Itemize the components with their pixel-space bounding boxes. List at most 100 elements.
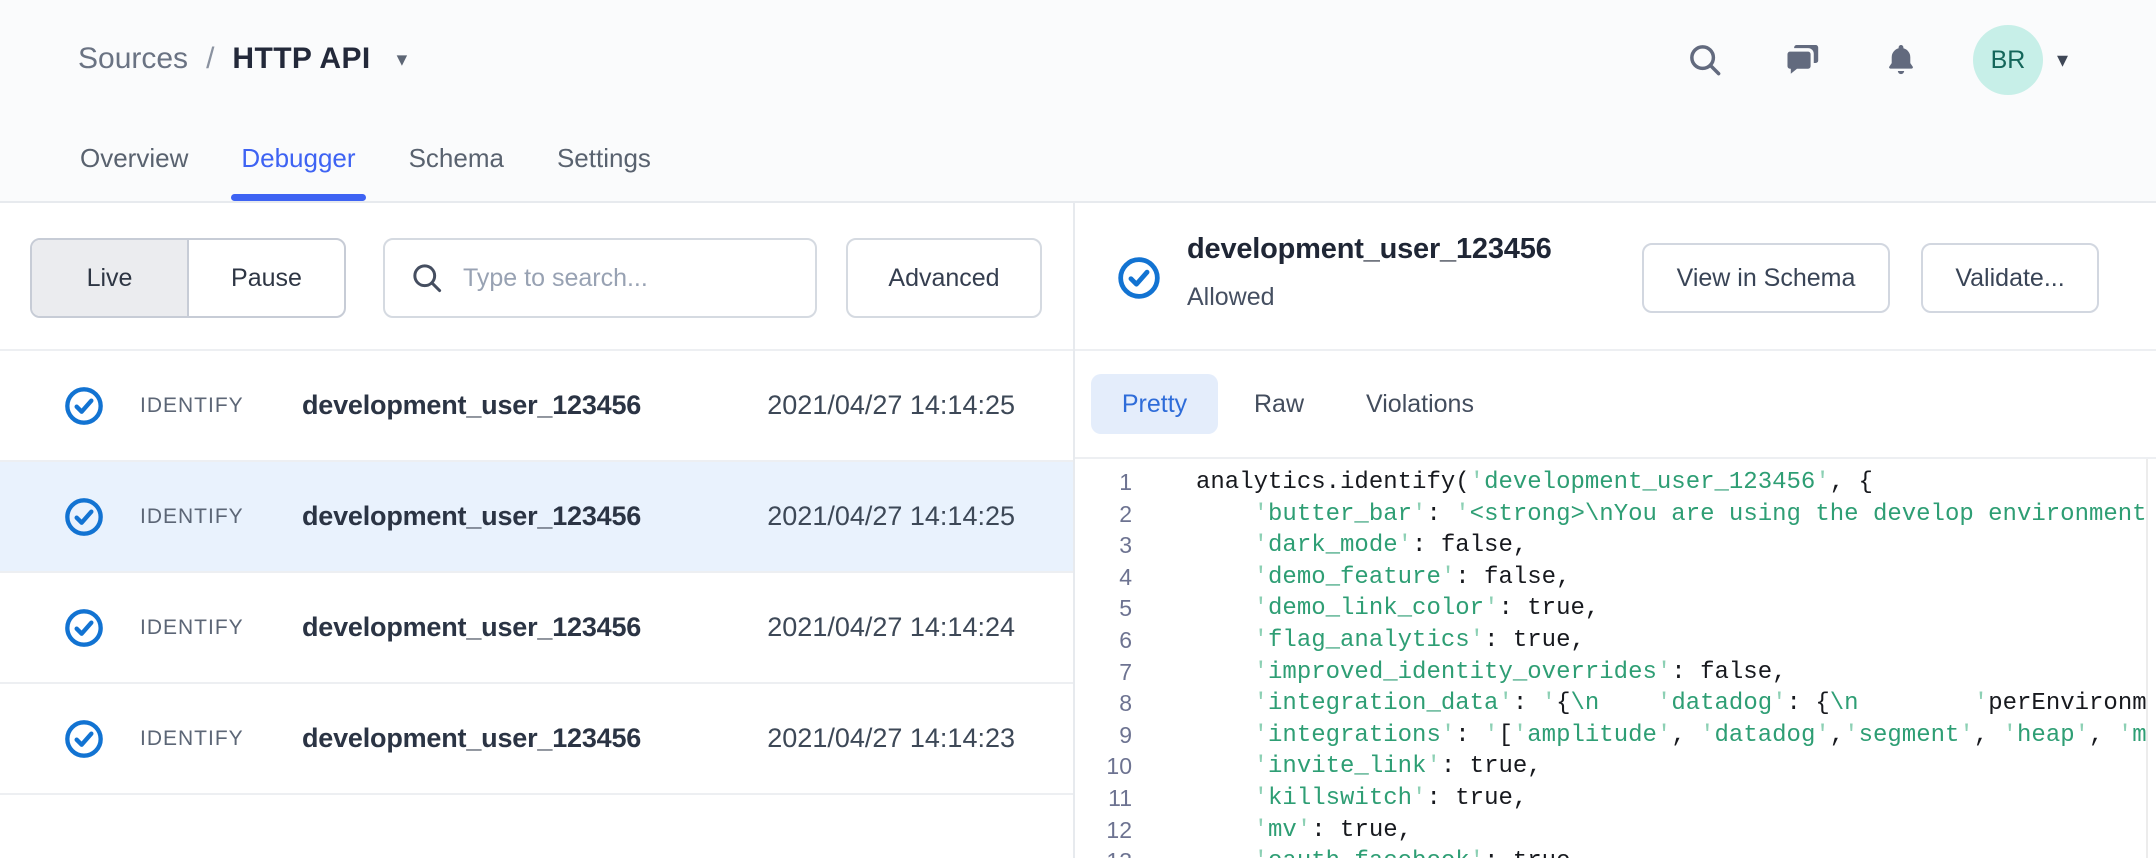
main-split: Live Pause Type to search... Advanced xyxy=(0,203,2156,858)
event-row[interactable]: IDENTIFY development_user_123456 2021/04… xyxy=(0,684,1073,795)
tab-settings[interactable]: Settings xyxy=(555,143,653,201)
code-line: 2 'butter_bar': '<strong>\nYou are using… xyxy=(1075,499,2156,531)
code-text: analytics.identify('development_user_123… xyxy=(1196,467,1873,499)
code-text: 'improved_identity_overrides': false, xyxy=(1196,657,1787,689)
line-number: 7 xyxy=(1075,657,1132,689)
tab-schema[interactable]: Schema xyxy=(407,143,506,201)
validate-button[interactable]: Validate... xyxy=(1921,243,2099,313)
line-number: 2 xyxy=(1075,499,1132,531)
source-switcher-caret-icon[interactable]: ▾ xyxy=(397,49,408,70)
tab-debugger[interactable]: Debugger xyxy=(239,143,357,201)
code-text: 'flag_analytics': true, xyxy=(1196,625,1585,657)
check-circle-icon xyxy=(64,719,104,759)
code-lines: 1 analytics.identify('development_user_12… xyxy=(1075,467,2156,858)
magnifier-icon xyxy=(409,260,445,296)
event-name: development_user_123456 xyxy=(302,390,641,421)
event-type: IDENTIFY xyxy=(140,727,302,751)
tab-pretty[interactable]: Pretty xyxy=(1091,374,1218,434)
code-text: 'demo_feature': false, xyxy=(1196,562,1570,594)
event-name: development_user_123456 xyxy=(302,501,641,532)
line-number: 8 xyxy=(1075,688,1132,720)
code-line: 8 'integration_data': '{\n 'datadog': {\… xyxy=(1075,688,2156,720)
line-number: 5 xyxy=(1075,593,1132,625)
check-circle-icon xyxy=(64,386,104,426)
code-viewer[interactable]: 1 analytics.identify('development_user_12… xyxy=(1075,459,2156,858)
code-text: 'mv': true, xyxy=(1196,815,1412,847)
avatar[interactable]: BR xyxy=(1973,25,2043,95)
search-input[interactable]: Type to search... xyxy=(383,238,817,318)
stream-controls: Live Pause Type to search... Advanced xyxy=(0,203,1073,351)
event-list: IDENTIFY development_user_123456 2021/04… xyxy=(0,351,1073,795)
code-line: 7 'improved_identity_overrides': false, xyxy=(1075,657,2156,689)
detail-tabs: Pretty Raw Violations xyxy=(1075,351,2156,459)
code-line: 1 analytics.identify('development_user_12… xyxy=(1075,467,2156,499)
code-line: 4 'demo_feature': false, xyxy=(1075,562,2156,594)
search-icon[interactable] xyxy=(1685,40,1725,80)
code-line: 10 'invite_link': true, xyxy=(1075,751,2156,783)
event-type: IDENTIFY xyxy=(140,505,302,529)
tab-violations[interactable]: Violations xyxy=(1366,390,1474,419)
bell-icon[interactable] xyxy=(1881,40,1921,80)
event-timestamp: 2021/04/27 14:14:24 xyxy=(767,612,1015,643)
topbar-actions: BR ▾ xyxy=(1627,24,2068,96)
line-number: 13 xyxy=(1075,846,1132,858)
event-stream-panel: Live Pause Type to search... Advanced xyxy=(0,203,1075,858)
breadcrumb-source-name: HTTP API xyxy=(232,42,370,76)
breadcrumb-separator: / xyxy=(206,42,214,76)
code-text: 'integration_data': '{\n 'datadog': {\n … xyxy=(1196,688,2147,720)
code-text: 'demo_link_color': true, xyxy=(1196,593,1599,625)
code-line: 6 'flag_analytics': true, xyxy=(1075,625,2156,657)
check-circle-icon xyxy=(64,497,104,537)
line-number: 4 xyxy=(1075,562,1132,594)
event-type: IDENTIFY xyxy=(140,616,302,640)
account-menu-caret-icon[interactable]: ▾ xyxy=(2057,49,2068,71)
check-circle-icon xyxy=(1117,256,1161,300)
breadcrumb: Sources / HTTP API ▾ xyxy=(78,42,407,76)
advanced-button[interactable]: Advanced xyxy=(846,238,1042,318)
detail-header: development_user_123456 Allowed View in … xyxy=(1075,203,2156,351)
live-pause-toggle: Live Pause xyxy=(30,238,346,318)
tab-overview[interactable]: Overview xyxy=(78,143,190,201)
check-circle-icon xyxy=(64,608,104,648)
event-timestamp: 2021/04/27 14:14:23 xyxy=(767,723,1015,754)
code-text: 'killswitch': true, xyxy=(1196,783,1527,815)
event-detail-panel: development_user_123456 Allowed View in … xyxy=(1075,203,2156,858)
chat-icon[interactable] xyxy=(1783,40,1823,80)
event-row[interactable]: IDENTIFY development_user_123456 2021/04… xyxy=(0,573,1073,684)
code-text: 'invite_link': true, xyxy=(1196,751,1542,783)
line-number: 12 xyxy=(1075,815,1132,847)
detail-title: development_user_123456 xyxy=(1187,233,1552,266)
view-in-schema-button[interactable]: View in Schema xyxy=(1642,243,1890,313)
event-name: development_user_123456 xyxy=(302,612,641,643)
code-line: 9 'integrations': '['amplitude', 'datado… xyxy=(1075,720,2156,752)
code-text: 'butter_bar': '<strong>\nYou are using t… xyxy=(1196,499,2147,531)
event-row-selected[interactable]: IDENTIFY development_user_123456 2021/04… xyxy=(0,462,1073,573)
code-line: 13 'oauth_facebook': true, xyxy=(1075,846,2156,858)
code-scrollbar[interactable] xyxy=(2146,459,2148,858)
code-text: 'oauth_facebook': true, xyxy=(1196,846,1585,858)
code-line: 11 'killswitch': true, xyxy=(1075,783,2156,815)
live-button[interactable]: Live xyxy=(32,240,189,316)
line-number: 6 xyxy=(1075,625,1132,657)
line-number: 10 xyxy=(1075,751,1132,783)
pause-button[interactable]: Pause xyxy=(189,240,344,316)
event-timestamp: 2021/04/27 14:14:25 xyxy=(767,501,1015,532)
line-number: 1 xyxy=(1075,467,1132,499)
status-label: Allowed xyxy=(1187,283,1275,312)
app-window: Sources / HTTP API ▾ xyxy=(0,0,2156,858)
line-number: 3 xyxy=(1075,530,1132,562)
top-bar: Sources / HTTP API ▾ xyxy=(0,0,2156,203)
tab-raw[interactable]: Raw xyxy=(1254,390,1304,419)
code-line: 5 'demo_link_color': true, xyxy=(1075,593,2156,625)
source-tabs: Overview Debugger Schema Settings xyxy=(78,143,653,201)
breadcrumb-sources-link[interactable]: Sources xyxy=(78,42,188,76)
search-placeholder: Type to search... xyxy=(463,264,648,293)
code-line: 3 'dark_mode': false, xyxy=(1075,530,2156,562)
line-number: 9 xyxy=(1075,720,1132,752)
event-type: IDENTIFY xyxy=(140,394,302,418)
event-name: development_user_123456 xyxy=(302,723,641,754)
code-text: 'integrations': '['amplitude', 'datadog'… xyxy=(1196,720,2147,752)
line-number: 11 xyxy=(1075,783,1132,815)
event-row[interactable]: IDENTIFY development_user_123456 2021/04… xyxy=(0,351,1073,462)
code-text: 'dark_mode': false, xyxy=(1196,530,1527,562)
